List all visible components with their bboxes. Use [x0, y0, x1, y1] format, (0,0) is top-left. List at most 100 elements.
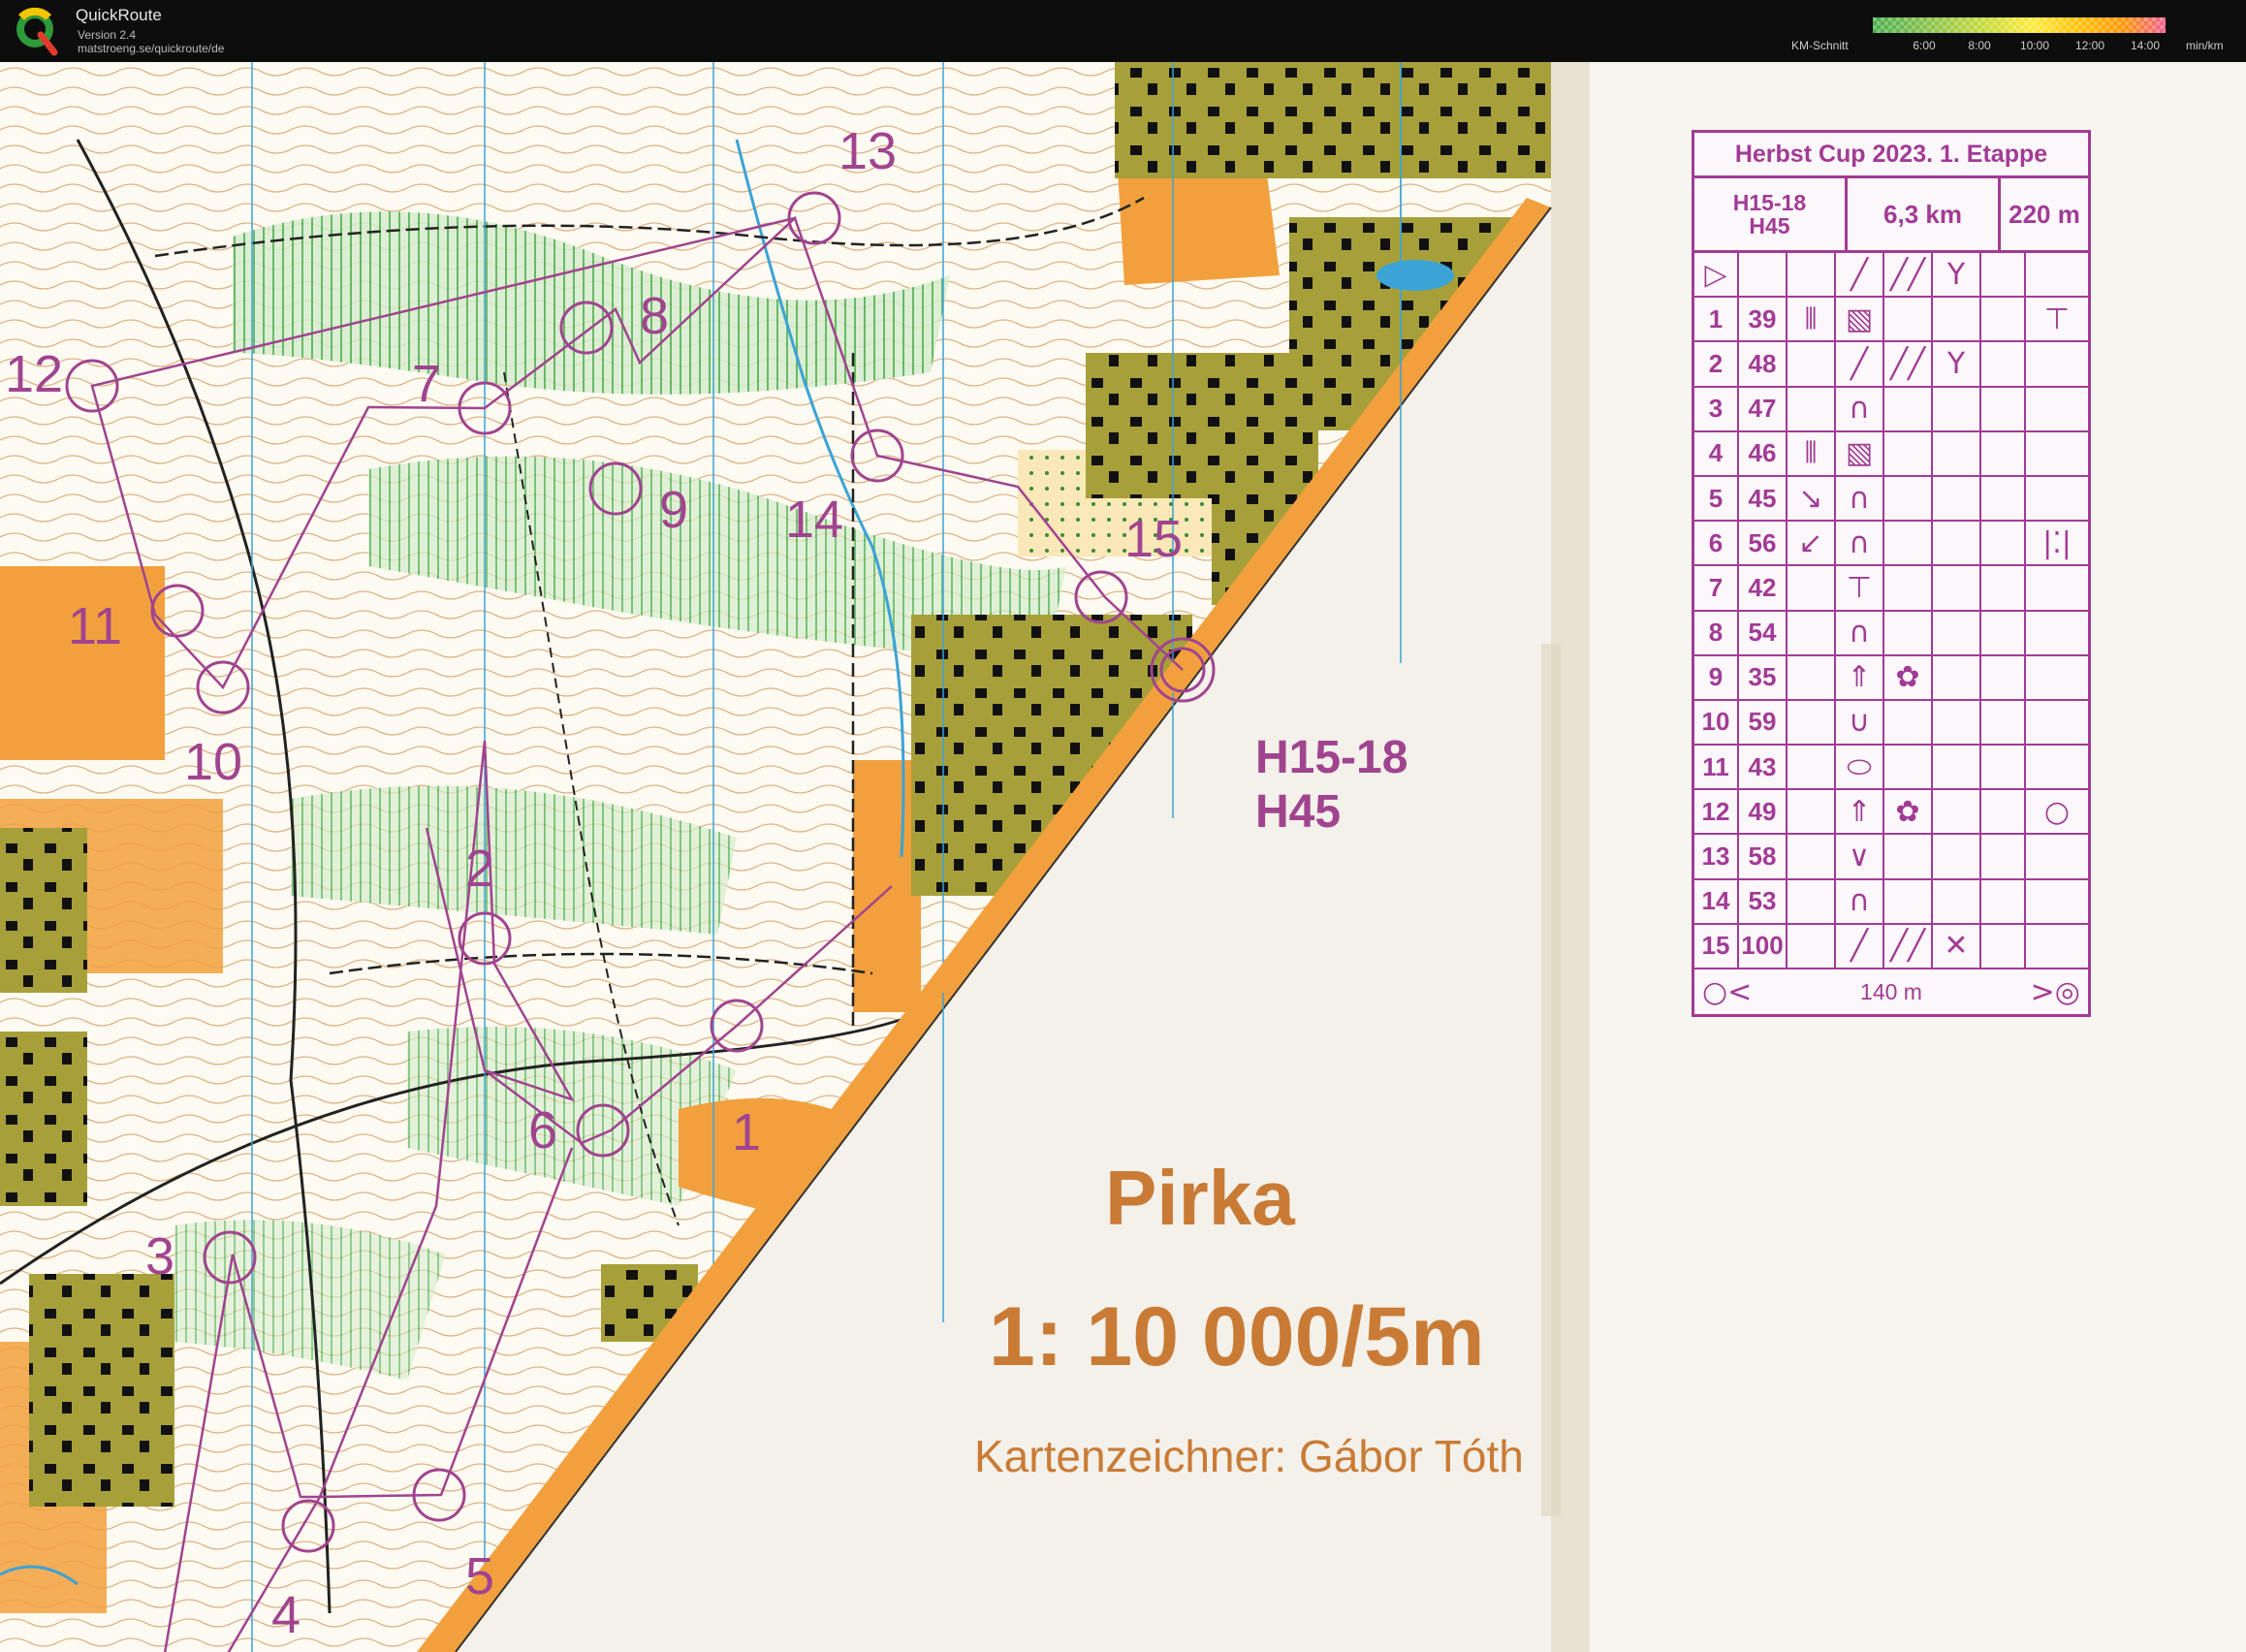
control-description-row: 1 39 ⫴ ▧ ⊤ — [1694, 298, 2088, 343]
location-symbol — [2026, 701, 2088, 744]
map-cartographer: Kartenzeichner: Gábor Tóth — [974, 1431, 1524, 1481]
app-url[interactable]: matstroeng.se/quickroute/de — [78, 42, 224, 55]
feature-symbol: ∩ — [1836, 476, 1884, 521]
which-feature-symbol — [1787, 566, 1836, 610]
which-feature-symbol — [1787, 790, 1836, 834]
map-class-1: H15-18 — [1255, 732, 1408, 783]
detail-symbol: ✕ — [1933, 924, 1981, 968]
appearance-symbol — [1884, 879, 1933, 923]
control-number-11: 11 — [68, 597, 122, 655]
control-order-number: 8 — [1694, 611, 1739, 654]
location-symbol — [2026, 925, 2088, 968]
feature-symbol: ▧ — [1836, 298, 1884, 341]
detail-symbol — [1933, 790, 1981, 834]
dimension-cell — [1981, 835, 2026, 878]
dimension-cell — [1981, 387, 2026, 430]
which-feature-symbol — [1787, 700, 1836, 745]
control-description-row: 9 35 ⇑ ✿ — [1694, 655, 2088, 701]
appearance-symbol — [1884, 611, 1933, 654]
app-version: Version 2.4 — [78, 28, 137, 42]
pace-color-scale[interactable] — [1873, 17, 2166, 33]
dimension-cell — [1981, 746, 2026, 789]
appearance-symbol — [1884, 522, 1933, 565]
course-length: 6,3 km — [1848, 178, 2001, 250]
which-feature-symbol — [1787, 655, 1836, 699]
start-symbol-e: ╱╱ — [1884, 253, 1933, 297]
dimension-cell — [1981, 342, 2026, 386]
detail-symbol: Y — [1933, 342, 1981, 386]
control-number-9: 9 — [659, 481, 688, 539]
control-number-6: 6 — [528, 1101, 557, 1160]
control-description-row: 5 45 ↘ ∩ — [1694, 476, 2088, 523]
which-feature-symbol: ↙ — [1787, 522, 1836, 565]
appearance-symbol — [1884, 476, 1933, 521]
dimension-cell — [1981, 790, 2026, 834]
dimension-cell — [1981, 476, 2026, 521]
control-number-1: 1 — [732, 1103, 761, 1161]
control-code: 53 — [1739, 879, 1787, 923]
control-number-2: 2 — [465, 840, 494, 898]
dimension-cell — [1981, 566, 2026, 610]
control-number-10: 10 — [184, 733, 242, 791]
control-order-number: 7 — [1694, 566, 1739, 610]
control-code: 100 — [1739, 924, 1787, 968]
map-scale: 1: 10 000/5m — [989, 1290, 1485, 1383]
location-symbol — [2026, 612, 2088, 654]
finish-row: ○< 140 m >◎ — [1694, 969, 2088, 1014]
which-feature-symbol — [1787, 746, 1836, 789]
feature-symbol: ∩ — [1836, 387, 1884, 430]
dimension-cell — [1981, 431, 2026, 475]
start-row: ▷ ╱ ╱╱ Y — [1694, 253, 2088, 299]
control-description-row: 10 59 ∪ — [1694, 700, 2088, 747]
control-number-13: 13 — [838, 122, 897, 180]
control-code: 43 — [1739, 746, 1787, 789]
feature-symbol: ∩ — [1836, 879, 1884, 923]
feature-symbol: ⇑ — [1836, 655, 1884, 699]
control-order-number: 3 — [1694, 387, 1739, 430]
quickroute-logo-icon — [16, 7, 58, 56]
map-area-name: Pirka — [1105, 1155, 1295, 1241]
pace-tick: 6:00 — [1913, 39, 1936, 52]
control-description-row: 14 53 ∩ — [1694, 879, 2088, 925]
control-description-row: 12 49 ⇑ ✿ ○ — [1694, 790, 2088, 836]
control-number-4: 4 — [271, 1586, 301, 1644]
location-symbol — [2026, 432, 2088, 475]
detail-symbol — [1933, 566, 1981, 610]
dimension-cell — [1981, 700, 2026, 745]
detail-symbol — [1933, 476, 1981, 521]
pace-unit: min/km — [2186, 39, 2224, 52]
which-feature-symbol: ⫴ — [1787, 431, 1836, 475]
dimension-cell — [1981, 655, 2026, 699]
finish-distance: 140 m — [1860, 978, 1922, 1004]
appearance-symbol — [1884, 700, 1933, 745]
control-number-5: 5 — [465, 1547, 494, 1605]
detail-symbol — [1933, 700, 1981, 745]
finish-funnel-start-icon: ○< — [1702, 974, 1753, 1009]
control-description-row: 2 48 ╱ ╱╱ Y — [1694, 342, 2088, 388]
control-number-14: 14 — [785, 491, 843, 549]
location-symbol — [2026, 880, 2088, 923]
control-code: 39 — [1739, 298, 1787, 341]
description-title: Herbst Cup 2023. 1. Etappe — [1694, 133, 2088, 178]
which-feature-symbol — [1787, 924, 1836, 968]
control-code: 46 — [1739, 431, 1787, 475]
control-code: 58 — [1739, 835, 1787, 878]
appearance-symbol: ╱╱ — [1884, 342, 1933, 386]
start-symbol-d: ╱ — [1836, 253, 1884, 297]
detail-symbol — [1933, 611, 1981, 654]
pace-tick: 14:00 — [2130, 39, 2161, 52]
control-order-number: 12 — [1694, 790, 1739, 834]
course-climb: 220 m — [2009, 199, 2080, 229]
control-code: 47 — [1739, 387, 1787, 430]
dimension-cell — [1981, 298, 2026, 341]
map-class-2: H45 — [1255, 786, 1342, 838]
control-order-number: 2 — [1694, 342, 1739, 386]
location-symbol — [2026, 342, 2088, 385]
control-number-7: 7 — [412, 355, 441, 413]
which-feature-symbol — [1787, 342, 1836, 386]
dimension-cell — [1981, 924, 2026, 968]
control-description-row: 4 46 ⫴ ▧ — [1694, 431, 2088, 477]
control-number-12: 12 — [5, 345, 63, 403]
control-description-row: 11 43 ⬭ — [1694, 746, 2088, 791]
which-feature-symbol — [1787, 611, 1836, 654]
